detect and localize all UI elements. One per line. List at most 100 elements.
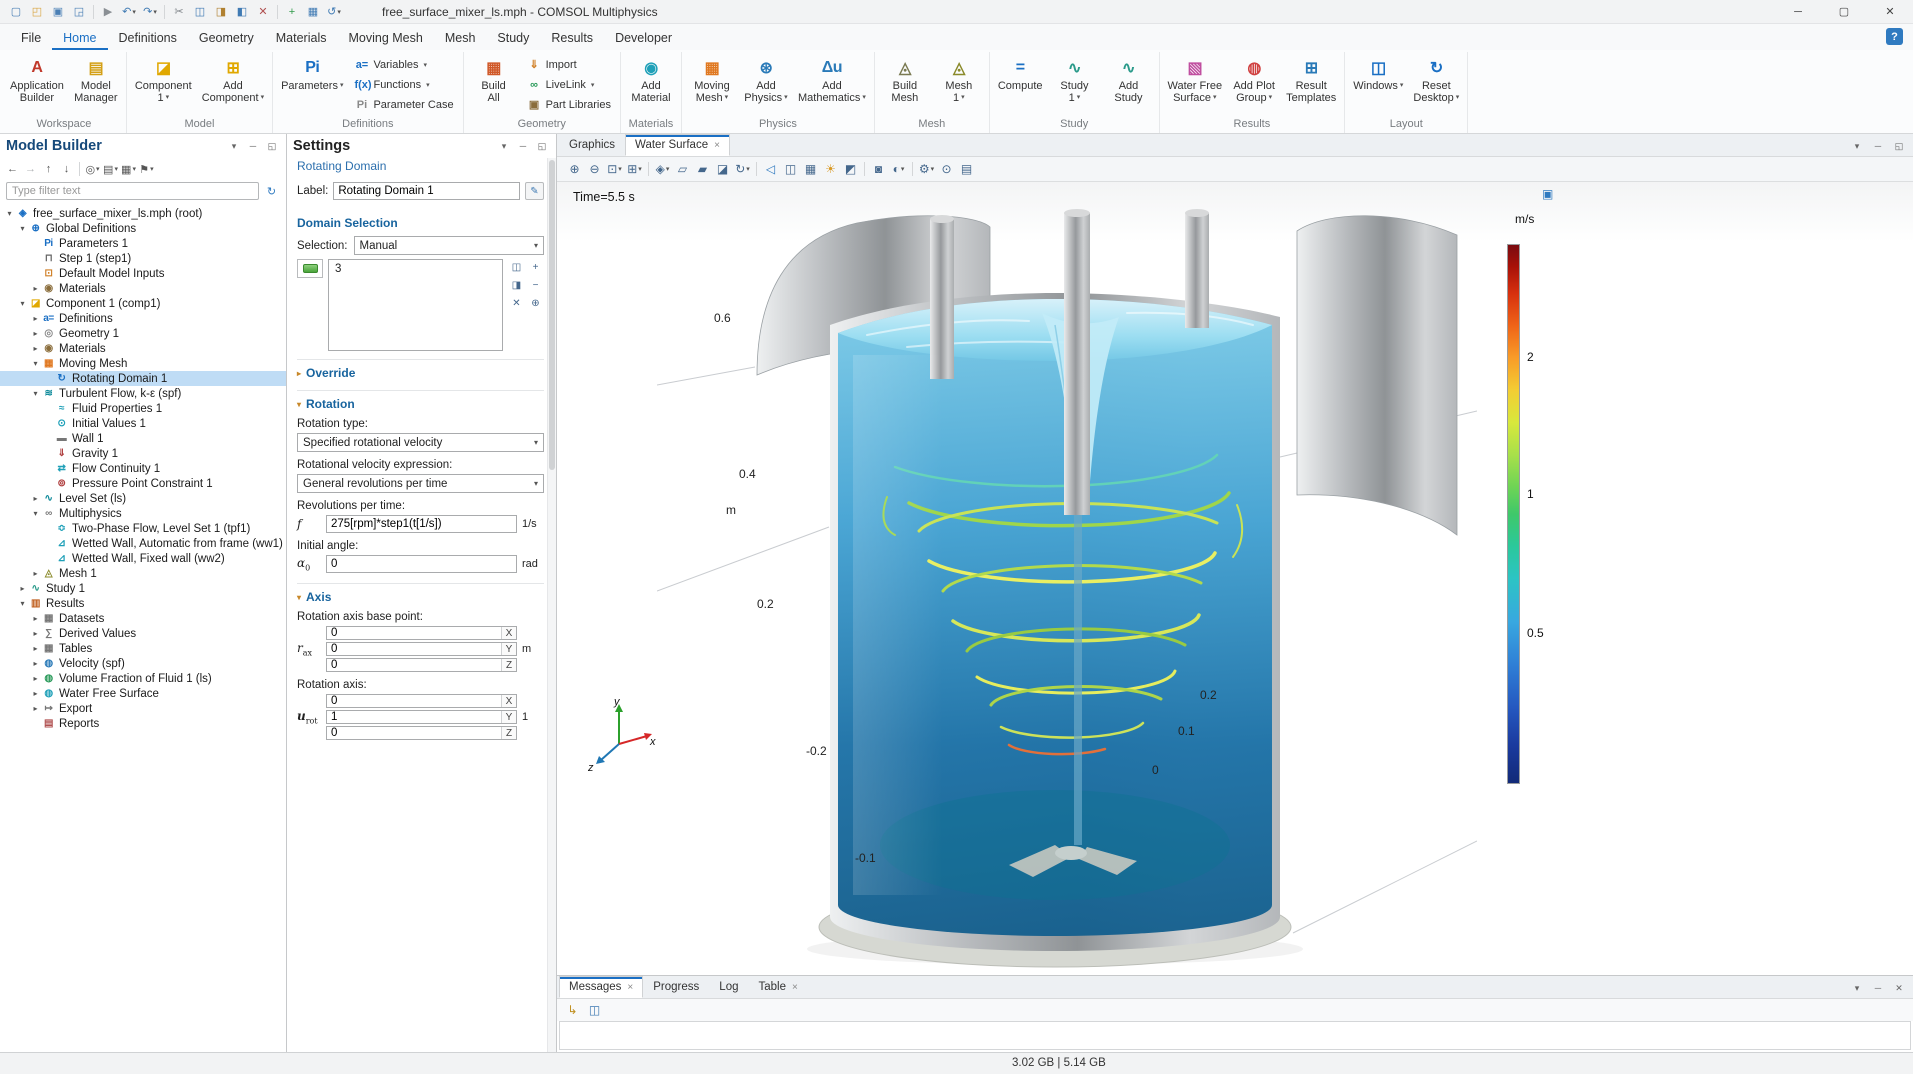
panel-minimize-icon[interactable]: ─ [515, 138, 531, 154]
ribbon-button-livelink[interactable]: ∞LiveLink▾ [522, 75, 616, 94]
tree-item-wetted-wall-fixed-wall-ww2[interactable]: ⊿Wetted Wall, Fixed wall (ww2) [0, 551, 286, 566]
tree-item-turbulent-flow-k-spf[interactable]: ▾≋Turbulent Flow, k-ε (spf) [0, 386, 286, 401]
ribbon-button-add-plot-group[interactable]: ◍Add PlotGroup▾ [1228, 52, 1280, 105]
tree-item-initial-values-1[interactable]: ⊙Initial Values 1 [0, 416, 286, 431]
settings-gear-icon-button[interactable]: ⚙▾ [917, 159, 936, 179]
velocity-expression-dropdown[interactable]: General revolutions per time ▾ [297, 474, 544, 493]
tree-item-pressure-point-constraint-1[interactable]: ⊚Pressure Point Constraint 1 [0, 476, 286, 491]
ribbon-button-add-material[interactable]: ◉AddMaterial [625, 52, 677, 105]
ribbon-button-add-mathematics[interactable]: ΔuAddMathematics▾ [794, 52, 870, 105]
tree-item-component-1-comp1[interactable]: ▾◪Component 1 (comp1) [0, 296, 286, 311]
view-xy-icon[interactable]: ▱ [673, 159, 692, 179]
tree-item-multiphysics[interactable]: ▾∞Multiphysics [0, 506, 286, 521]
run-icon[interactable]: ▶ [98, 2, 118, 22]
ribbon-button-variables[interactable]: a=Variables▾ [349, 55, 458, 74]
undo-icon-button[interactable]: ↶▾ [119, 2, 139, 22]
menu-home[interactable]: Home [52, 24, 107, 50]
tree-item-tables[interactable]: ▸▦Tables [0, 641, 286, 656]
filter-input[interactable] [6, 182, 259, 200]
panel-float-icon[interactable]: ◱ [1891, 138, 1907, 154]
copy-text-icon[interactable]: ◫ [585, 1000, 604, 1020]
split-icon[interactable]: ◫ [781, 159, 800, 179]
graphics-canvas[interactable]: Time=5.5 s [557, 182, 1913, 975]
menu-materials[interactable]: Materials [265, 24, 338, 50]
tree-item-moving-mesh[interactable]: ▾▦Moving Mesh [0, 356, 286, 371]
save-icon[interactable]: ▣ [48, 2, 68, 22]
base-point-z-input[interactable] [327, 659, 501, 671]
panel-float-icon[interactable]: ◱ [264, 138, 280, 154]
up-icon[interactable]: ↑ [40, 160, 57, 178]
tree-item-export[interactable]: ▸↦Export [0, 701, 286, 716]
tree-item-geometry-1[interactable]: ▸◎Geometry 1 [0, 326, 286, 341]
remove-selection-icon[interactable]: − [527, 277, 544, 293]
open-icon[interactable]: ◰ [27, 2, 47, 22]
ribbon-button-functions[interactable]: f(x)Functions▾ [349, 75, 458, 94]
clear-selection-icon[interactable]: ✕ [508, 295, 525, 311]
tree-item-mesh-1[interactable]: ▸◬Mesh 1 [0, 566, 286, 581]
menu-mesh[interactable]: Mesh [434, 24, 487, 50]
label-input[interactable] [333, 182, 520, 200]
ribbon-button-windows[interactable]: ◫Windows▾ [1349, 52, 1407, 93]
paste-selection-icon[interactable]: ◨ [508, 277, 525, 293]
ribbon-button-compute[interactable]: =Compute [994, 52, 1047, 93]
tab-graphics[interactable]: Graphics [559, 134, 625, 156]
tree-item-materials[interactable]: ▸◉Materials [0, 341, 286, 356]
section-axis-header[interactable]: ▾ Axis [297, 590, 544, 604]
section-override-header[interactable]: ▸ Override [297, 366, 544, 380]
mixer-3d-scene[interactable] [657, 205, 1477, 975]
back-icon[interactable]: ← [4, 160, 21, 178]
tab-table[interactable]: Table× [748, 976, 807, 998]
ribbon-button-parameter-case[interactable]: PiParameter Case [349, 95, 458, 114]
image-export-icon[interactable]: ▣ [1542, 187, 1553, 201]
lock-icon[interactable]: ◙ [869, 159, 888, 179]
section-domain-selection-header[interactable]: Domain Selection [297, 216, 544, 230]
tag-icon-button[interactable]: ⚑▾ [138, 160, 155, 178]
tree-item-velocity-spf[interactable]: ▸◍Velocity (spf) [0, 656, 286, 671]
tree-item-gravity-1[interactable]: ⇓Gravity 1 [0, 446, 286, 461]
panel-menu-icon[interactable]: ▾ [496, 138, 512, 154]
menu-moving-mesh[interactable]: Moving Mesh [337, 24, 433, 50]
ribbon-button-application-builder[interactable]: AApplicationBuilder [6, 52, 68, 105]
tree-item-level-set-ls[interactable]: ▸∿Level Set (ls) [0, 491, 286, 506]
redo-icon-button[interactable]: ↷▾ [140, 2, 160, 22]
base-point-x-input[interactable] [327, 627, 501, 639]
ribbon-button-import[interactable]: ⇓Import [522, 55, 616, 74]
cut-icon[interactable]: ✂ [169, 2, 189, 22]
menu-developer[interactable]: Developer [604, 24, 683, 50]
section-rotation-header[interactable]: ▾ Rotation [297, 397, 544, 411]
panel-close-icon[interactable]: ✕ [1891, 980, 1907, 996]
rotation-axis-z-input[interactable] [327, 727, 501, 739]
view-icon-button[interactable]: ▦▾ [120, 160, 137, 178]
tree-item-free-surface-mixer-ls-mph-root[interactable]: ▾◈free_surface_mixer_ls.mph (root) [0, 206, 286, 221]
revolutions-input[interactable] [327, 516, 516, 532]
active-selection-toggle[interactable] [297, 259, 323, 278]
tree-item-study-1[interactable]: ▸∿Study 1 [0, 581, 286, 596]
minimize-button[interactable]: ─ [1775, 0, 1821, 24]
tab-log[interactable]: Log [709, 976, 748, 998]
ribbon-button-add-study[interactable]: ∿AddStudy [1103, 52, 1155, 105]
menu-results[interactable]: Results [540, 24, 604, 50]
ribbon-button-moving-mesh[interactable]: ▦MovingMesh▾ [686, 52, 738, 105]
zoom-extents-icon-button[interactable]: ⊡▾ [605, 159, 624, 179]
close-tab-icon[interactable]: × [627, 982, 633, 993]
copy-selection-icon[interactable]: ◫ [508, 259, 525, 275]
add-node-icon[interactable]: + [282, 2, 302, 22]
panel-menu-icon[interactable]: ▾ [1849, 980, 1865, 996]
panel-minimize-icon[interactable]: ─ [1870, 138, 1886, 154]
panel-menu-icon[interactable]: ▾ [226, 138, 242, 154]
ribbon-button-component-1[interactable]: ◪Component1▾ [131, 52, 196, 105]
tree-item-parameters-1[interactable]: PiParameters 1 [0, 236, 286, 251]
help-icon[interactable]: ? [1886, 28, 1903, 45]
panel-menu-icon[interactable]: ▾ [1849, 138, 1865, 154]
ribbon-button-part-libraries[interactable]: ▣Part Libraries [522, 95, 616, 114]
maximize-button[interactable]: ▢ [1821, 0, 1867, 24]
ribbon-button-water-free-surface[interactable]: ▧Water FreeSurface▾ [1164, 52, 1227, 105]
tree-item-derived-values[interactable]: ▸∑Derived Values [0, 626, 286, 641]
panel-minimize-icon[interactable]: ─ [1870, 980, 1886, 996]
scrollbar-thumb[interactable] [549, 160, 555, 470]
selection-list[interactable]: 3 [328, 259, 503, 351]
down-icon[interactable]: ↓ [58, 160, 75, 178]
close-tab-icon[interactable]: × [714, 140, 720, 151]
ribbon-button-build-mesh[interactable]: ◬BuildMesh [879, 52, 931, 105]
tree-item-wall-1[interactable]: ▬Wall 1 [0, 431, 286, 446]
